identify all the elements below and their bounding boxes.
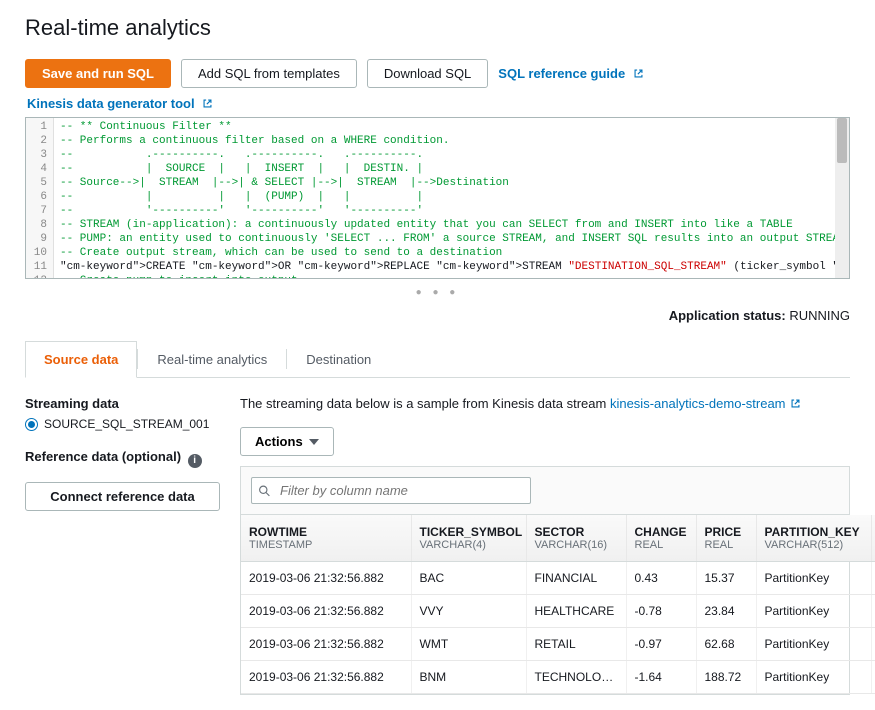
tab-source-data[interactable]: Source data xyxy=(25,341,137,378)
cell: 23.84 xyxy=(696,595,756,628)
cell: 2019-03-06 21:32:56.882 xyxy=(241,661,411,694)
cell: 2019-03-06 21:32:56.882 xyxy=(241,595,411,628)
cell: TECHNOLOGY xyxy=(526,661,626,694)
streaming-data-heading: Streaming data xyxy=(25,396,220,411)
external-link-icon xyxy=(202,98,213,109)
chevron-down-icon xyxy=(309,439,319,445)
cell: BNM xyxy=(411,661,526,694)
table-header-row: ROWTIMETIMESTAMPTICKER_SYMBOLVARCHAR(4)S… xyxy=(241,515,875,562)
search-icon xyxy=(258,484,271,497)
cell: PartitionKey xyxy=(756,661,871,694)
cell: -1.64 xyxy=(626,661,696,694)
description-text: The streaming data below is a sample fro… xyxy=(240,396,850,411)
data-table: ROWTIMETIMESTAMPTICKER_SYMBOLVARCHAR(4)S… xyxy=(241,515,875,694)
cell: 495 xyxy=(871,628,875,661)
cell: 495 xyxy=(871,661,875,694)
actions-label: Actions xyxy=(255,434,303,449)
data-table-container: ROWTIMETIMESTAMPTICKER_SYMBOLVARCHAR(4)S… xyxy=(240,466,850,695)
table-row[interactable]: 2019-03-06 21:32:56.882BNMTECHNOLOGY-1.6… xyxy=(241,661,875,694)
editor-scrollbar[interactable] xyxy=(835,118,849,278)
sql-reference-label: SQL reference guide xyxy=(498,66,625,81)
cell: BAC xyxy=(411,562,526,595)
status-row: Application status: RUNNING xyxy=(25,308,850,323)
editor-code[interactable]: -- ** Continuous Filter ** -- Performs a… xyxy=(54,118,849,278)
cell: 2019-03-06 21:32:56.882 xyxy=(241,628,411,661)
cell: 62.68 xyxy=(696,628,756,661)
source-stream-radio[interactable]: SOURCE_SQL_STREAM_001 xyxy=(25,417,220,431)
tabs: Source dataReal-time analyticsDestinatio… xyxy=(25,341,850,378)
main-panel: The streaming data below is a sample fro… xyxy=(240,396,850,695)
cell: PartitionKey xyxy=(756,595,871,628)
cell: 15.37 xyxy=(696,562,756,595)
tab-destination[interactable]: Destination xyxy=(287,341,390,378)
tab-real-time-analytics[interactable]: Real-time analytics xyxy=(138,341,286,378)
cell: PartitionKey xyxy=(756,562,871,595)
left-panel: Streaming data SOURCE_SQL_STREAM_001 Ref… xyxy=(25,396,220,511)
save-run-sql-button[interactable]: Save and run SQL xyxy=(25,59,171,88)
info-icon[interactable]: i xyxy=(188,454,202,468)
cell: 0.43 xyxy=(626,562,696,595)
radio-icon xyxy=(25,418,38,431)
cell: 188.72 xyxy=(696,661,756,694)
col-rowtime[interactable]: ROWTIMETIMESTAMP xyxy=(241,515,411,562)
col-sec[interactable]: SECVA xyxy=(871,515,875,562)
col-sector[interactable]: SECTORVARCHAR(16) xyxy=(526,515,626,562)
col-partition_key[interactable]: PARTITION_KEYVARCHAR(512) xyxy=(756,515,871,562)
table-row[interactable]: 2019-03-06 21:32:56.882VVYHEALTHCARE-0.7… xyxy=(241,595,875,628)
kinesis-generator-label: Kinesis data generator tool xyxy=(27,96,195,111)
cell: FINANCIAL xyxy=(526,562,626,595)
download-sql-button[interactable]: Download SQL xyxy=(367,59,488,88)
sql-reference-link[interactable]: SQL reference guide xyxy=(498,66,644,81)
cell: -0.97 xyxy=(626,628,696,661)
add-sql-templates-button[interactable]: Add SQL from templates xyxy=(181,59,357,88)
table-row[interactable]: 2019-03-06 21:32:56.882WMTRETAIL-0.9762.… xyxy=(241,628,875,661)
kinesis-generator-link[interactable]: Kinesis data generator tool xyxy=(27,96,213,111)
cell: -0.78 xyxy=(626,595,696,628)
filter-input[interactable] xyxy=(251,477,531,504)
col-price[interactable]: PRICEREAL xyxy=(696,515,756,562)
page-title: Real-time analytics xyxy=(25,15,850,41)
cell: 495 xyxy=(871,595,875,628)
status-value: RUNNING xyxy=(789,308,850,323)
status-label: Application status: xyxy=(669,308,786,323)
cell: 495 xyxy=(871,562,875,595)
editor-gutter: 12345678910111213 xyxy=(26,118,54,278)
toolbar: Save and run SQL Add SQL from templates … xyxy=(25,59,850,88)
external-link-icon xyxy=(790,398,801,409)
cell: PartitionKey xyxy=(756,628,871,661)
resize-handle[interactable]: ● ● ● xyxy=(25,285,850,308)
cell: VVY xyxy=(411,595,526,628)
stream-link[interactable]: kinesis-analytics-demo-stream xyxy=(610,396,801,411)
external-link-icon xyxy=(633,68,644,79)
cell: RETAIL xyxy=(526,628,626,661)
col-ticker_symbol[interactable]: TICKER_SYMBOLVARCHAR(4) xyxy=(411,515,526,562)
actions-dropdown[interactable]: Actions xyxy=(240,427,334,456)
cell: WMT xyxy=(411,628,526,661)
sql-editor[interactable]: 12345678910111213 -- ** Continuous Filte… xyxy=(25,117,850,279)
connect-reference-data-button[interactable]: Connect reference data xyxy=(25,482,220,511)
cell: HEALTHCARE xyxy=(526,595,626,628)
table-row[interactable]: 2019-03-06 21:32:56.882BACFINANCIAL0.431… xyxy=(241,562,875,595)
reference-data-heading: Reference data (optional) i xyxy=(25,449,220,468)
cell: 2019-03-06 21:32:56.882 xyxy=(241,562,411,595)
col-change[interactable]: CHANGEREAL xyxy=(626,515,696,562)
source-stream-name: SOURCE_SQL_STREAM_001 xyxy=(44,417,209,431)
